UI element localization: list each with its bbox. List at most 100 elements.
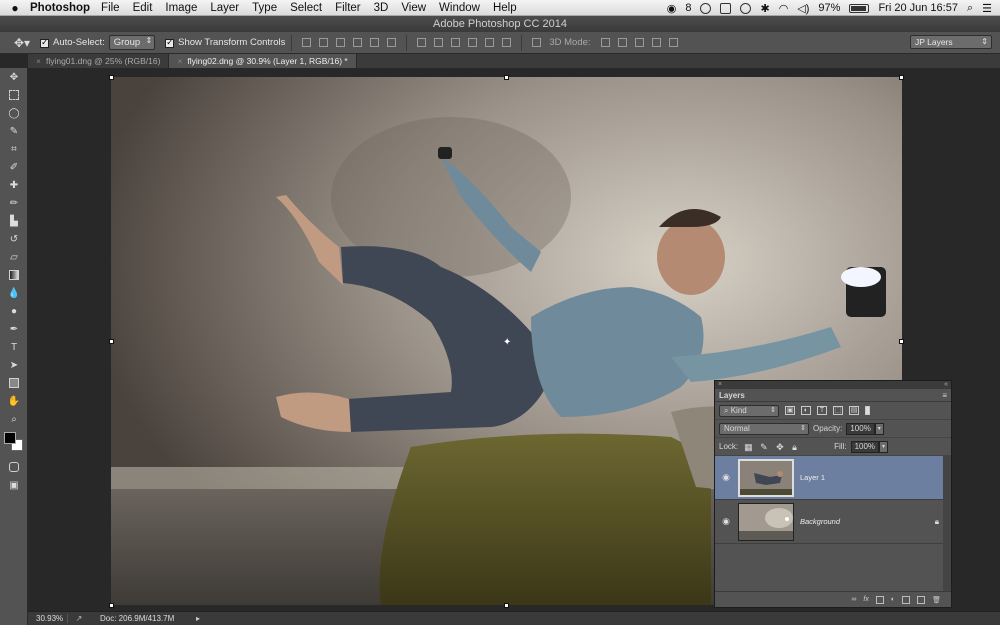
- menu-filter[interactable]: Filter: [335, 2, 361, 14]
- layer-name[interactable]: Layer 1: [800, 473, 825, 482]
- zoom-tool-icon[interactable]: ⌕: [0, 410, 28, 428]
- layer-name[interactable]: Background: [800, 517, 840, 526]
- battery-icon[interactable]: [849, 3, 870, 13]
- menu-3d[interactable]: 3D: [374, 2, 389, 14]
- menu-help[interactable]: Help: [493, 2, 517, 14]
- align-right-icon[interactable]: [387, 38, 397, 47]
- menu-type[interactable]: Type: [252, 2, 277, 14]
- lasso-tool-icon[interactable]: ◯: [0, 104, 28, 122]
- auto-select-checkbox[interactable]: [40, 37, 49, 48]
- opacity-input[interactable]: 100%: [846, 422, 875, 435]
- close-tab-icon[interactable]: ×: [36, 56, 41, 66]
- eyedropper-tool-icon[interactable]: ✐: [0, 158, 28, 176]
- menu-window[interactable]: Window: [439, 2, 480, 14]
- healing-brush-tool-icon[interactable]: ✚: [0, 176, 28, 194]
- distribute-top-icon[interactable]: [417, 38, 427, 47]
- auto-align-icon[interactable]: [532, 38, 542, 47]
- transform-controls-checkbox[interactable]: [165, 37, 175, 48]
- 3d-pan-icon[interactable]: [634, 38, 644, 47]
- menu-image[interactable]: Image: [165, 2, 197, 14]
- transform-handle-tl[interactable]: [109, 75, 114, 80]
- menu-view[interactable]: View: [401, 2, 426, 14]
- clock[interactable]: Fri 20 Jun 16:57: [878, 2, 958, 14]
- transform-handle-bl[interactable]: [109, 603, 114, 608]
- filter-smart-object-icon[interactable]: ▤: [849, 406, 859, 415]
- filter-shape-icon[interactable]: ⬚: [833, 406, 843, 415]
- layer-thumbnail[interactable]: [738, 502, 794, 541]
- distribute-right-icon[interactable]: [502, 38, 512, 47]
- distribute-left-icon[interactable]: [468, 38, 478, 47]
- menu-file[interactable]: File: [101, 2, 120, 14]
- new-group-folder-icon[interactable]: [902, 595, 911, 604]
- type-tool-icon[interactable]: T: [0, 338, 28, 356]
- menu-edit[interactable]: Edit: [133, 2, 153, 14]
- sync-icon[interactable]: [700, 2, 712, 14]
- fill-slider-icon[interactable]: ▾: [879, 440, 889, 453]
- spotlight-icon[interactable]: ⌕: [967, 2, 973, 15]
- layer-style-fx-icon[interactable]: fx: [863, 596, 868, 603]
- creative-cloud-icon[interactable]: ◉: [667, 2, 677, 15]
- layer-thumbnail[interactable]: [738, 458, 794, 497]
- panel-titlebar[interactable]: × «: [715, 381, 951, 389]
- new-layer-icon[interactable]: [917, 595, 926, 604]
- wifi-icon[interactable]: ◠: [779, 2, 789, 15]
- share-icon[interactable]: ↗: [68, 614, 90, 623]
- brush-tool-icon[interactable]: ✏: [0, 194, 28, 212]
- quick-select-tool-icon[interactable]: ✎: [0, 122, 28, 140]
- lock-pixels-icon[interactable]: ✎: [760, 442, 770, 452]
- visibility-eye-icon[interactable]: ◉: [715, 516, 737, 527]
- layer-row-background[interactable]: ◉ Background 🔒︎: [715, 500, 951, 544]
- transform-handle-tr[interactable]: [899, 75, 904, 80]
- link-layers-icon[interactable]: ∞: [851, 596, 856, 603]
- notification-center-icon[interactable]: ☰: [982, 2, 992, 15]
- delete-layer-trash-icon[interactable]: 🗑︎: [932, 596, 941, 604]
- fill-input[interactable]: 100%: [850, 440, 880, 453]
- add-mask-icon[interactable]: [875, 595, 884, 604]
- align-top-icon[interactable]: [302, 38, 312, 47]
- visibility-eye-icon[interactable]: ◉: [715, 472, 737, 483]
- apple-menu-icon[interactable]: ●: [0, 1, 30, 15]
- quick-mask-icon[interactable]: [0, 458, 28, 476]
- layers-scrollbar[interactable]: [943, 456, 951, 606]
- zoom-level[interactable]: 30.93%: [28, 614, 68, 623]
- gradient-tool-icon[interactable]: [0, 266, 28, 284]
- transform-handle-mr[interactable]: [899, 339, 904, 344]
- align-hcenter-icon[interactable]: [370, 38, 380, 47]
- rectangle-tool-icon[interactable]: [0, 374, 28, 392]
- tab-flying01[interactable]: × flying01.dng @ 25% (RGB/16): [28, 54, 170, 68]
- lock-all-icon[interactable]: 🔒︎: [792, 442, 802, 452]
- collapse-panel-icon[interactable]: «: [944, 381, 948, 389]
- time-machine-icon[interactable]: [740, 2, 752, 14]
- align-bottom-icon[interactable]: [336, 38, 346, 47]
- screen-mode-icon[interactable]: ▣: [0, 476, 28, 494]
- dodge-tool-icon[interactable]: ●: [0, 302, 28, 320]
- crop-tool-icon[interactable]: ⌗: [0, 140, 28, 158]
- tab-layers[interactable]: Layers: [719, 391, 745, 400]
- 3d-scale-icon[interactable]: [668, 38, 678, 47]
- align-vcenter-icon[interactable]: [319, 38, 329, 47]
- layer-row-layer-1[interactable]: ◉ Layer 1: [715, 456, 951, 500]
- opacity-slider-icon[interactable]: ▾: [874, 422, 884, 435]
- transform-handle-bc[interactable]: [504, 603, 509, 608]
- pen-tool-icon[interactable]: ✒: [0, 320, 28, 338]
- menu-select[interactable]: Select: [290, 2, 322, 14]
- workspace-dropdown[interactable]: JP Layers: [910, 35, 992, 49]
- foreground-color-swatch[interactable]: [4, 432, 16, 444]
- filter-adjustment-icon[interactable]: ◐: [801, 406, 811, 415]
- transform-handle-ml[interactable]: [109, 339, 114, 344]
- move-tool-preset-icon[interactable]: ✥▾: [0, 36, 40, 50]
- layer-lock-icon[interactable]: 🔒︎: [935, 517, 939, 527]
- app-menu[interactable]: Photoshop: [30, 2, 90, 14]
- lock-transparency-icon[interactable]: ▦: [744, 442, 754, 452]
- distribute-vcenter-icon[interactable]: [434, 38, 444, 47]
- path-selection-tool-icon[interactable]: ➤: [0, 356, 28, 374]
- auto-select-dropdown[interactable]: Group: [108, 35, 156, 50]
- 3d-rotate-icon[interactable]: [600, 38, 610, 47]
- menu-layer[interactable]: Layer: [210, 2, 239, 14]
- close-panel-icon[interactable]: ×: [718, 381, 722, 389]
- adjustment-layer-icon[interactable]: ◐: [891, 596, 895, 603]
- distribute-bottom-icon[interactable]: [451, 38, 461, 47]
- status-menu-arrow-icon[interactable]: ▸: [196, 614, 200, 623]
- close-tab-icon[interactable]: ×: [177, 56, 182, 66]
- blend-mode-dropdown[interactable]: Normal: [719, 422, 809, 435]
